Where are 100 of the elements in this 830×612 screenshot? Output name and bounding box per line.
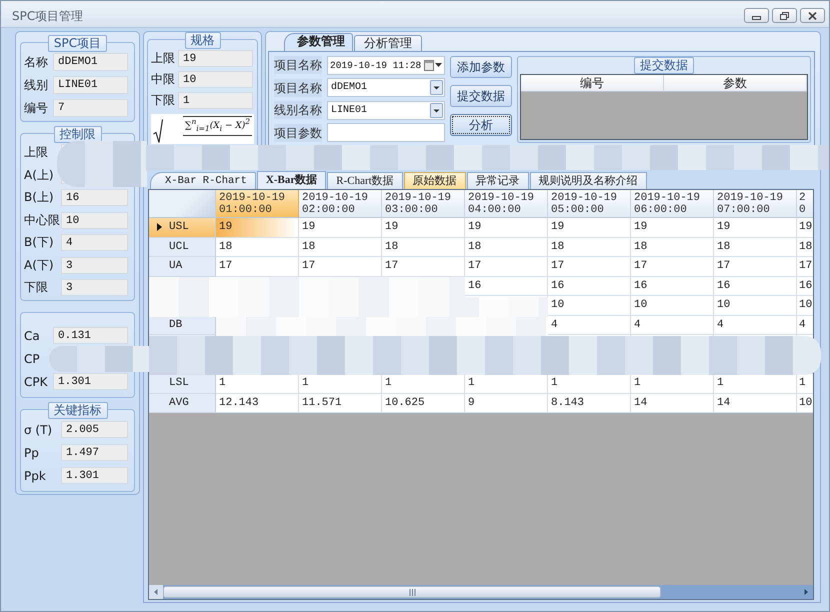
input-field[interactable]: 10 xyxy=(178,71,253,88)
tab[interactable]: X-Bar R-Chart xyxy=(150,172,256,189)
table-cell: 1 xyxy=(714,374,797,394)
table-cell: 18 xyxy=(465,238,548,257)
table-cell: 19 xyxy=(631,218,714,238)
input-field[interactable]: 19 xyxy=(178,50,253,67)
minimize-button[interactable] xyxy=(744,8,769,23)
row-header[interactable]: LSL xyxy=(149,374,216,394)
input-field[interactable]: 0.131 xyxy=(53,327,128,344)
field-label: 项目参数 xyxy=(274,124,322,142)
input-field[interactable]: 1.301 xyxy=(53,373,128,390)
field-label: 项目名称 xyxy=(274,78,322,96)
tab[interactable]: 异常记录 xyxy=(466,172,529,189)
action-button[interactable]: 分析 xyxy=(450,114,512,136)
table-cell: 17 xyxy=(548,257,631,276)
table-cell: 19 xyxy=(797,218,813,238)
table-cell: 1 xyxy=(631,374,714,394)
table-cell: 18 xyxy=(382,238,465,257)
column-header[interactable]: 2019-10-19 07:00:00 xyxy=(714,190,797,218)
column-header[interactable]: 2019-10-19 06:00:00 xyxy=(631,190,714,218)
field-label: B(下) xyxy=(24,234,55,251)
column-header[interactable]: 2019-10-19 05:00:00 xyxy=(548,190,631,218)
table-cell: 18 xyxy=(631,238,714,257)
table-cell: 19 xyxy=(548,218,631,238)
tab[interactable]: 规则说明及名称介绍 xyxy=(530,172,647,189)
column-header[interactable]: 参数 xyxy=(664,75,807,92)
table-cell: 10 xyxy=(797,394,813,413)
field-label: 下限 xyxy=(24,279,49,296)
field-label: 上限 xyxy=(151,50,176,67)
tab[interactable]: 原始数据 xyxy=(404,172,466,189)
row-header[interactable]: UCL xyxy=(149,238,216,257)
date-time-picker[interactable]: 2019-10-19 11:28 xyxy=(327,56,445,74)
table-cell: 1 xyxy=(382,374,465,394)
close-icon xyxy=(808,12,817,20)
field-label: A(上) xyxy=(24,166,55,184)
input-field[interactable]: 1.301 xyxy=(61,467,128,484)
column-header[interactable]: 2 0 xyxy=(797,190,813,218)
column-header[interactable]: 2019-10-19 01:00:00 xyxy=(216,190,299,218)
tab[interactable]: R-Chart数据 xyxy=(327,172,403,189)
row-header[interactable]: UA xyxy=(149,257,216,276)
table-cell: 17 xyxy=(382,257,465,276)
table-cell: 16 xyxy=(548,276,631,296)
input-field[interactable]: 4 xyxy=(61,234,128,251)
input-field[interactable] xyxy=(327,123,445,142)
table-cell: 16 xyxy=(631,276,714,296)
table-cell: 8.143 xyxy=(548,394,631,413)
tab[interactable]: 参数管理 xyxy=(284,33,353,51)
table-cell: 18 xyxy=(548,238,631,257)
input-field[interactable]: LINE01 xyxy=(53,76,128,94)
input-field[interactable]: 2.005 xyxy=(61,421,128,438)
input-field[interactable]: 1.497 xyxy=(61,444,128,461)
tab[interactable]: 分析管理 xyxy=(354,35,422,51)
tab[interactable]: X-Bar数据 xyxy=(256,171,326,189)
input-field[interactable]: 16 xyxy=(61,189,128,206)
field-label: 中心限 xyxy=(24,212,61,228)
table-cell: 18 xyxy=(216,238,299,257)
horizontal-scrollbar[interactable] xyxy=(149,585,813,599)
group-title: 规格 xyxy=(184,32,220,49)
restore-button[interactable] xyxy=(772,8,797,23)
scroll-left-icon[interactable] xyxy=(149,585,163,599)
column-header[interactable]: 2019-10-19 03:00:00 xyxy=(382,190,465,218)
dropdown-field[interactable]: dDEMO1 xyxy=(327,78,445,97)
column-header[interactable]: 2019-10-19 02:00:00 xyxy=(299,190,382,218)
column-header[interactable]: 编号 xyxy=(521,75,664,92)
table-cell: 10 xyxy=(797,296,813,316)
input-field[interactable]: 1 xyxy=(178,92,253,109)
restore-icon xyxy=(780,12,789,20)
grip-icon xyxy=(408,588,416,596)
row-header[interactable]: USL xyxy=(149,218,216,238)
dropdown-field[interactable]: LINE01 xyxy=(327,100,445,120)
field-label: 线别名称 xyxy=(274,101,322,119)
action-button[interactable]: 提交数据 xyxy=(450,85,512,107)
table-cell: 18 xyxy=(797,238,813,257)
table-cell: 17 xyxy=(631,257,714,276)
input-field[interactable]: 7 xyxy=(53,99,128,117)
field-label: 上限 xyxy=(24,144,49,161)
input-field[interactable]: 3 xyxy=(61,279,128,296)
column-header[interactable]: 2019-10-19 04:00:00 xyxy=(465,190,548,218)
table-cell: 17 xyxy=(465,257,548,276)
field-label: 名称 xyxy=(24,54,49,70)
input-field[interactable]: dDEMO1 xyxy=(53,53,128,71)
table-cell: 17 xyxy=(216,257,299,276)
group-title: 控制限 xyxy=(54,126,102,143)
action-button[interactable]: 添加参数 xyxy=(450,56,512,78)
field-label: A(下) xyxy=(24,256,55,274)
row-pointer-icon xyxy=(156,223,162,232)
field-label: CP xyxy=(24,352,41,366)
scrollbar-thumb[interactable] xyxy=(163,586,661,598)
calendar-icon[interactable] xyxy=(424,60,434,70)
row-header[interactable]: DB xyxy=(149,316,216,335)
field-label: Ca xyxy=(24,328,41,342)
row-header[interactable]: AVG xyxy=(149,394,216,413)
close-button[interactable] xyxy=(800,8,825,23)
table-cell: 19 xyxy=(216,218,299,238)
input-field[interactable]: 10 xyxy=(61,212,128,228)
group-title: SPC项目 xyxy=(48,35,108,52)
caret-icon xyxy=(435,63,442,67)
field-label: 编号 xyxy=(24,100,49,116)
input-field[interactable]: 3 xyxy=(61,256,128,274)
table-cell: 1 xyxy=(299,374,382,394)
